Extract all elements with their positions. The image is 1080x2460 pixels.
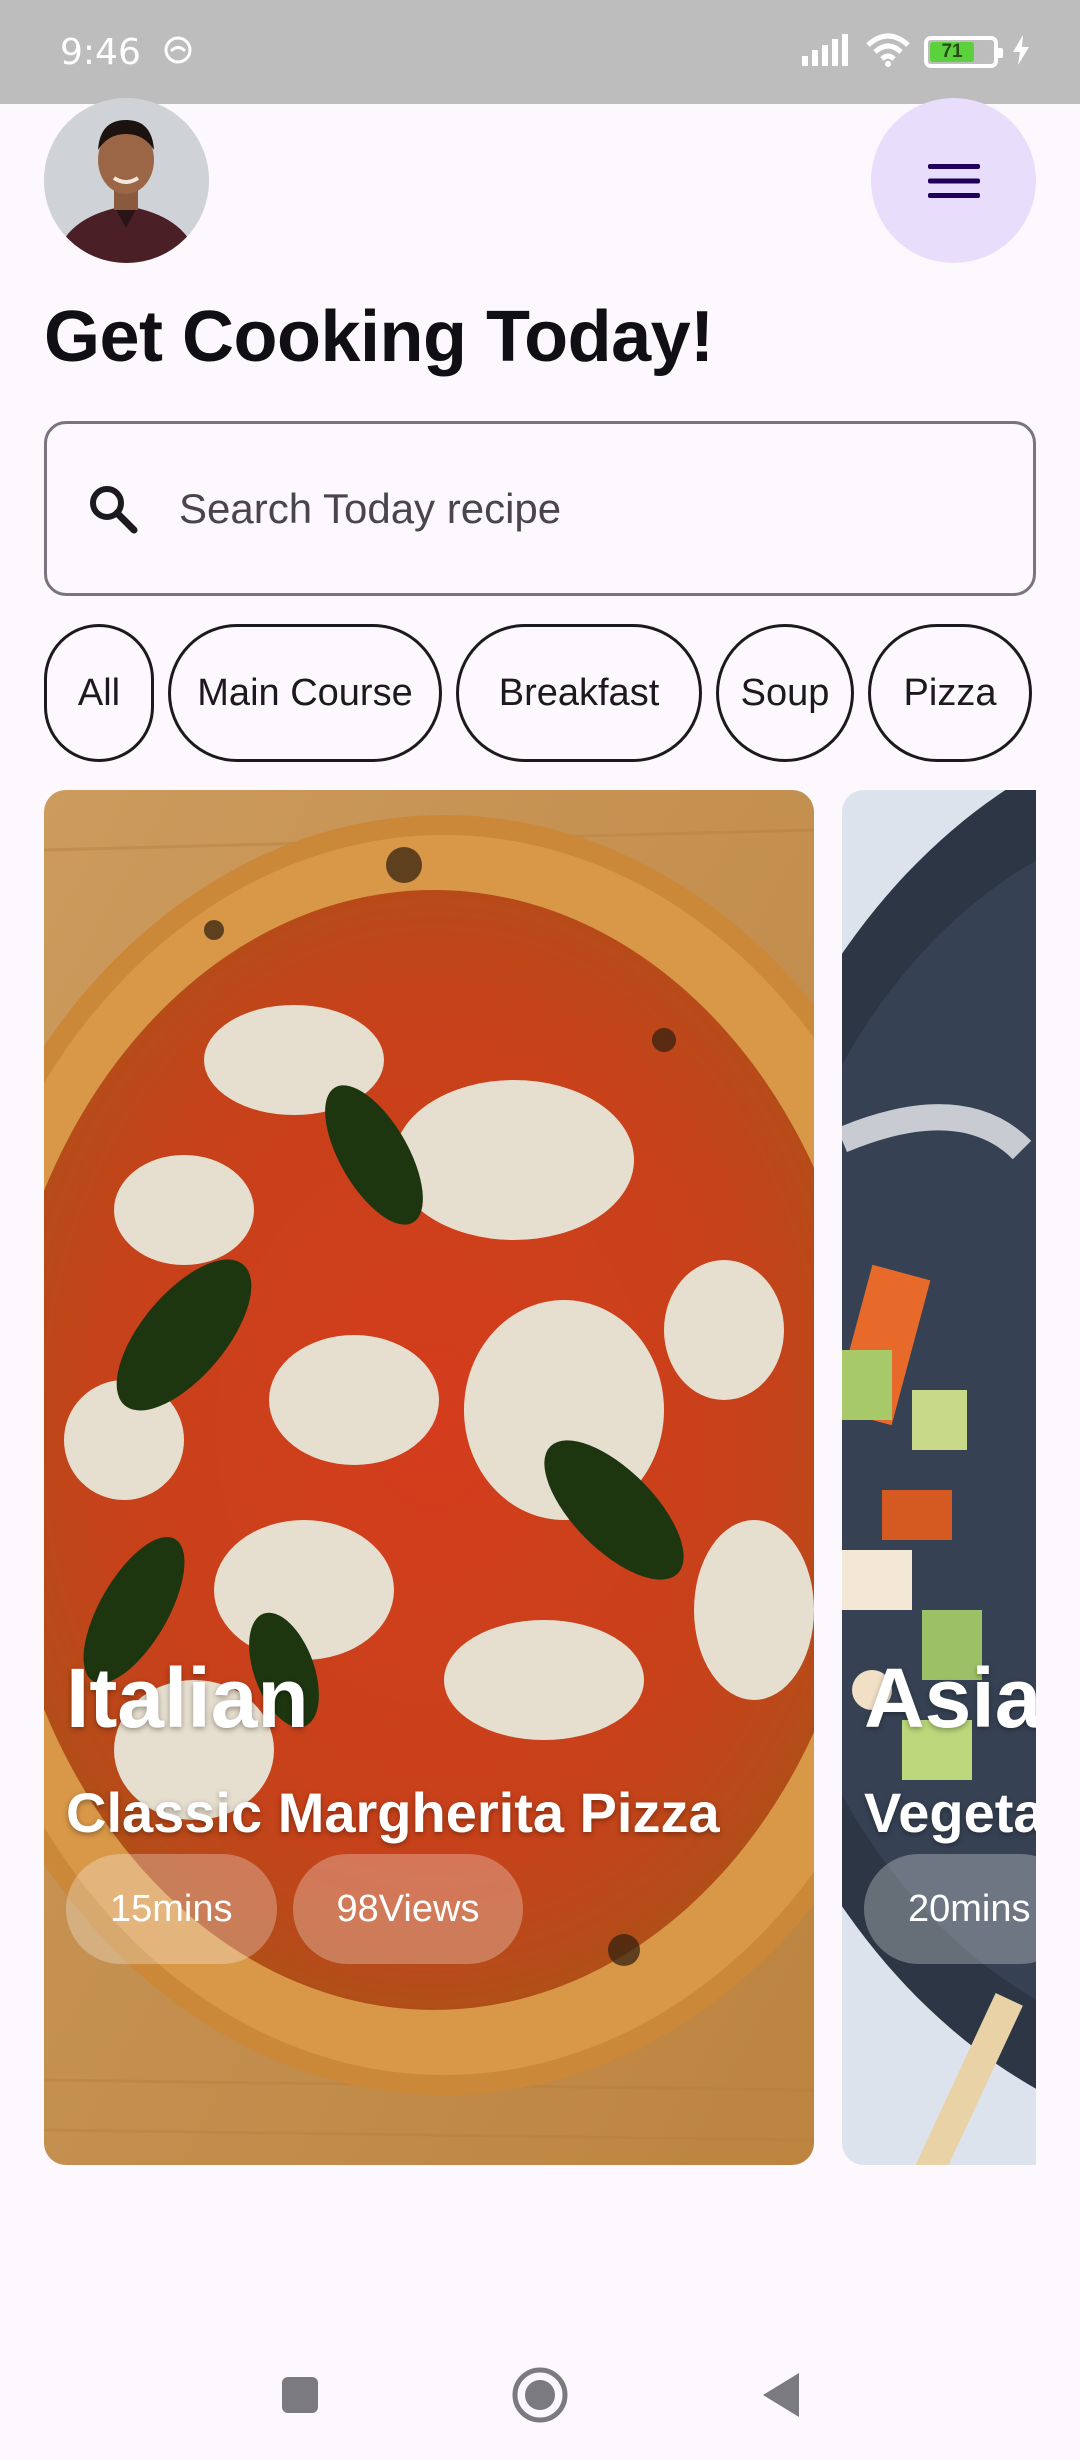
avatar[interactable] <box>44 98 209 263</box>
recents-button[interactable] <box>265 2360 335 2430</box>
menu-button[interactable] <box>871 98 1036 263</box>
status-bar: 9:46 71 <box>0 0 1080 104</box>
recipe-title: Vegeta <box>864 1781 1036 1844</box>
avatar-photo <box>44 98 209 263</box>
home-button[interactable] <box>505 2360 575 2430</box>
search-bar[interactable] <box>44 421 1036 596</box>
search-input[interactable] <box>179 484 939 533</box>
back-icon <box>763 2373 799 2417</box>
recipe-time-badge: 20mins <box>864 1854 1036 1964</box>
recipe-meta: 15mins 98Views <box>66 1854 524 1964</box>
status-right: 71 <box>802 33 1030 72</box>
recipe-meta: 20mins <box>864 1854 1036 1964</box>
chip-pizza[interactable]: Pizza <box>868 624 1032 762</box>
notification-icon <box>163 35 193 70</box>
hamburger-menu-icon <box>927 163 980 198</box>
charging-icon <box>1012 34 1030 70</box>
chip-breakfast[interactable]: Breakfast <box>456 624 702 762</box>
battery-icon: 71 <box>924 36 1003 68</box>
back-button[interactable] <box>745 2360 815 2430</box>
recipe-views-badge: 98Views <box>292 1854 524 1964</box>
signal-icon <box>802 33 852 71</box>
chip-all[interactable]: All <box>44 624 154 762</box>
recipe-card[interactable]: Italian Classic Margherita Pizza 15mins … <box>44 790 814 2165</box>
recipe-title: Classic Margherita Pizza <box>66 1781 720 1844</box>
home-icon <box>512 2367 568 2423</box>
category-chips: All Main Course Breakfast Soup Pizza <box>44 624 1032 762</box>
chip-main-course[interactable]: Main Course <box>168 624 442 762</box>
page-title: Get Cooking Today! <box>44 297 714 377</box>
recipe-cuisine: Italian <box>66 1651 309 1745</box>
status-time: 9:46 <box>60 31 141 73</box>
recipe-carousel[interactable]: Italian Classic Margherita Pizza 15mins … <box>44 790 1036 2165</box>
search-icon <box>90 485 138 533</box>
system-nav-bar <box>0 2330 1080 2460</box>
status-left: 9:46 <box>60 32 193 73</box>
wifi-icon <box>866 33 910 72</box>
recipe-time-badge: 15mins <box>66 1854 277 1964</box>
recipe-card[interactable]: Asia Vegeta 20mins <box>842 790 1036 2165</box>
chip-soup[interactable]: Soup <box>716 624 854 762</box>
recents-icon <box>282 2377 318 2413</box>
recipe-cuisine: Asia <box>864 1651 1036 1745</box>
battery-fill: 71 <box>930 41 975 62</box>
